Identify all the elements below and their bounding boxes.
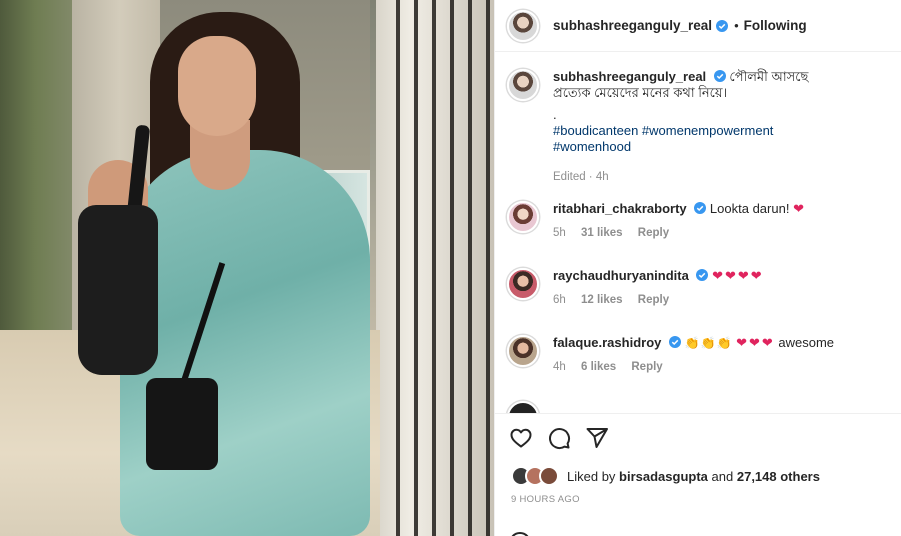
- liked-by-row: Liked by birsadasgupta and 27,148 others: [511, 466, 820, 486]
- comment-likes[interactable]: 6 likes: [581, 361, 616, 373]
- comment-body: raychaudhuryanindita ❤❤❤❤ 6h 12 likes Re…: [553, 268, 883, 308]
- caption-line-2: প্রত্যেক মেয়েদের মনের কথা নিয়ে।: [553, 85, 728, 100]
- comment-body: falaque.rashidroy 👏👏👏 ❤❤❤ awesome 4h 6 l…: [553, 335, 883, 375]
- post-actions: Liked by birsadasgupta and 27,148 others…: [495, 413, 901, 536]
- comment-age: 5h: [553, 227, 566, 239]
- comments-list[interactable]: subhashreeganguly_real পৌলমী আসছে প্রত্য…: [495, 53, 901, 413]
- reply-button[interactable]: Reply: [631, 361, 662, 373]
- commenter-avatar[interactable]: [507, 201, 539, 233]
- comment-age: 6h: [553, 294, 566, 306]
- person-face: [178, 36, 256, 136]
- action-icons: [509, 426, 609, 450]
- verified-badge-icon: [716, 19, 729, 32]
- background-gate-bars: [382, 0, 494, 536]
- reply-button[interactable]: Reply: [638, 227, 669, 239]
- verified-badge-icon: [696, 269, 709, 281]
- comment-text: awesome: [778, 335, 835, 350]
- emoji-picker-icon[interactable]: [509, 532, 531, 536]
- sling-bag: [146, 378, 218, 470]
- verified-badge-icon: [713, 70, 726, 82]
- caption-author-avatar[interactable]: [507, 69, 539, 101]
- comment-row: raychaudhuryanindita ❤❤❤❤ 6h 12 likes Re…: [507, 268, 897, 308]
- author-username[interactable]: subhashreeganguly_real: [553, 18, 712, 33]
- caption-username[interactable]: subhashreeganguly_real: [553, 69, 706, 84]
- comment-text: Lookta darun!: [709, 201, 790, 216]
- like-heart-icon[interactable]: [509, 426, 533, 450]
- heart-emoji-icon: ❤❤❤❤: [712, 268, 764, 283]
- post-time: 9 HOURS AGO: [511, 494, 580, 505]
- comment-meta: 4h 6 likes Reply: [553, 359, 883, 375]
- post-header: subhashreeganguly_real • Following: [495, 0, 901, 52]
- liked-by-text: Liked by birsadasgupta and 27,148 others: [567, 469, 820, 484]
- shoulder-bag: [78, 205, 158, 375]
- liked-by-prefix: Liked by: [567, 468, 616, 484]
- commenter-avatar[interactable]: [507, 335, 539, 367]
- caption-dot: .: [553, 107, 557, 122]
- commenter-username[interactable]: ritabhari_chakraborty: [553, 201, 687, 216]
- caption-hashtags-1[interactable]: #boudicanteen #womenempowerment: [553, 123, 883, 139]
- liked-by-suffix: and: [711, 468, 734, 484]
- comment-bubble-icon[interactable]: [547, 426, 571, 450]
- author-avatar[interactable]: [507, 9, 539, 42]
- caption-meta: Edited · 4h: [553, 171, 609, 183]
- comment-likes[interactable]: 12 likes: [581, 294, 623, 306]
- commenter-username[interactable]: falaque.rashidroy: [553, 335, 661, 350]
- caption-row: subhashreeganguly_real পৌলমী আসছে প্রত্য…: [507, 69, 897, 185]
- commenter-avatar-partial[interactable]: [507, 401, 539, 413]
- commenter-username[interactable]: raychaudhuryanindita: [553, 268, 689, 283]
- post-image[interactable]: [0, 0, 494, 536]
- comment-likes[interactable]: 31 likes: [581, 227, 623, 239]
- post-details-panel: subhashreeganguly_real • Following subha…: [494, 0, 901, 536]
- comment-meta: 6h 12 likes Reply: [553, 292, 883, 308]
- comment-body: ritabhari_chakraborty Lookta darun! ❤ 5h…: [553, 201, 883, 241]
- commenter-avatar[interactable]: [507, 268, 539, 300]
- liked-by-user[interactable]: birsadasgupta: [619, 469, 708, 484]
- liker-avatar[interactable]: [539, 466, 559, 486]
- clapping-emoji-icon: 👏👏👏: [684, 336, 733, 350]
- following-button[interactable]: Following: [744, 18, 807, 33]
- comment-age: 4h: [553, 361, 566, 373]
- heart-emoji-icon: ❤: [793, 201, 806, 216]
- header-separator: •: [734, 18, 739, 33]
- caption-line-1: পৌলমী আসছে: [729, 69, 809, 84]
- comment-row: ritabhari_chakraborty Lookta darun! ❤ 5h…: [507, 201, 897, 241]
- verified-badge-icon: [694, 202, 707, 214]
- verified-badge-icon: [669, 336, 681, 348]
- likes-count[interactable]: 27,148 others: [737, 469, 820, 484]
- comment-meta: 5h 31 likes Reply: [553, 225, 883, 241]
- heart-emoji-icon: ❤❤❤: [736, 335, 775, 350]
- caption-body: subhashreeganguly_real পৌলমী আসছে প্রত্য…: [553, 69, 883, 185]
- reply-button[interactable]: Reply: [638, 294, 669, 306]
- share-paper-plane-icon[interactable]: [585, 426, 609, 450]
- caption-hashtags-2[interactable]: #womenhood: [553, 139, 883, 155]
- comment-row: falaque.rashidroy 👏👏👏 ❤❤❤ awesome 4h 6 l…: [507, 335, 897, 375]
